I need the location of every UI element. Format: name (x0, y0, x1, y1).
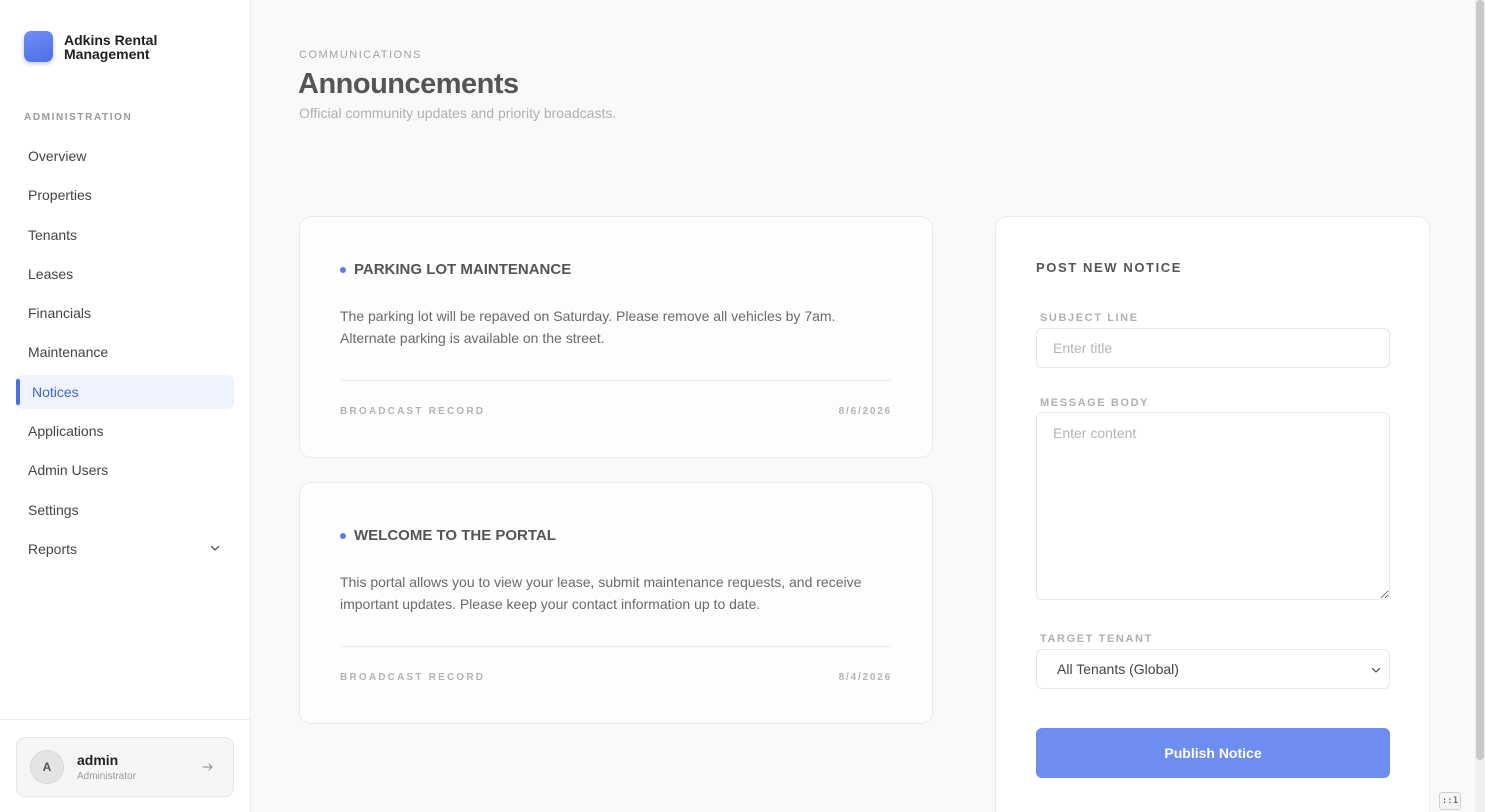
bullet-dot-icon (340, 532, 346, 539)
sidebar-item-label: Leases (28, 265, 74, 282)
announcement-card: PARKING LOT MAINTENANCE The parking lot … (299, 216, 933, 458)
post-notice-form: POST NEW NOTICE SUBJECT LINE MESSAGE BOD… (995, 216, 1430, 812)
sidebar-nav: Overview Properties Tenants Leases Finan… (16, 139, 234, 571)
card-divider (340, 380, 892, 381)
chevron-down-icon (210, 545, 220, 551)
sidebar-item-leases[interactable]: Leases (16, 257, 234, 291)
announcement-card: WELCOME TO THE PORTAL This portal allows… (299, 482, 933, 724)
announcement-date: 8/6/2026 (838, 406, 892, 417)
bullet-dot-icon (340, 266, 346, 273)
sidebar-item-label: Admin Users (28, 462, 109, 479)
sidebar-item-label: Financials (28, 305, 92, 322)
sidebar-item-settings[interactable]: Settings (16, 493, 234, 527)
sidebar-item-label: Overview (28, 148, 87, 164)
announcement-title: PARKING LOT MAINTENANCE (354, 261, 572, 278)
page-subtitle: Official community updates and priority … (299, 105, 617, 121)
announcement-title-row: PARKING LOT MAINTENANCE (340, 261, 571, 278)
target-tenant-select[interactable]: All Tenants (Global) (1036, 649, 1390, 689)
message-body-textarea[interactable] (1036, 412, 1390, 600)
page-title: Announcements (298, 68, 519, 100)
sidebar-item-reports[interactable]: Reports (16, 532, 234, 566)
sidebar-item-financials[interactable]: Financials (16, 296, 234, 330)
announcement-date: 8/4/2026 (838, 672, 892, 683)
brand-name: Adkins Rental Management (64, 31, 158, 62)
sidebar-item-label: Applications (28, 423, 104, 440)
sidebar-item-label: Settings (28, 501, 79, 518)
announcement-footer-label: BROADCAST RECORD (340, 406, 486, 417)
sidebar-item-tenants[interactable]: Tenants (16, 218, 234, 252)
logout-arrow-icon[interactable] (201, 760, 215, 774)
announcement-title-row: WELCOME TO THE PORTAL (340, 527, 556, 544)
sidebar-item-notices[interactable]: Notices (16, 374, 234, 409)
app-root: Adkins Rental Management ADMINISTRATION … (0, 0, 1485, 812)
chevron-down-icon (1371, 667, 1381, 673)
sidebar-item-applications[interactable]: Applications (16, 414, 234, 448)
user-name: admin (77, 752, 119, 768)
sidebar-footer: A admin Administrator (0, 719, 250, 812)
main-content: COMMUNICATIONS Announcements Official co… (251, 0, 1485, 812)
announcement-title: WELCOME TO THE PORTAL (354, 527, 556, 544)
sidebar-item-properties[interactable]: Properties (16, 178, 234, 212)
page-eyebrow: COMMUNICATIONS (299, 49, 422, 61)
sidebar-item-label: Notices (32, 383, 79, 400)
subject-input[interactable] (1036, 328, 1390, 368)
scrollbar-thumb[interactable] (1476, 0, 1484, 760)
sidebar-item-admin-users[interactable]: Admin Users (16, 453, 234, 487)
user-info: admin Administrator (77, 752, 136, 782)
brand[interactable]: Adkins Rental Management (24, 31, 174, 62)
announcement-body: This portal allows you to view your leas… (340, 574, 862, 612)
user-role: Administrator (77, 771, 136, 782)
target-tenant-value: All Tenants (Global) (1057, 661, 1179, 677)
sidebar-item-label: Properties (28, 187, 92, 204)
sidebar-item-label: Reports (28, 540, 78, 557)
sidebar-item-label: Tenants (28, 226, 78, 243)
target-tenant-label: TARGET TENANT (1040, 633, 1153, 645)
nav-section-label: ADMINISTRATION (24, 112, 133, 123)
publish-notice-button[interactable]: Publish Notice (1036, 728, 1390, 778)
sidebar-item-maintenance[interactable]: Maintenance (16, 335, 234, 369)
subject-label: SUBJECT LINE (1040, 312, 1139, 324)
announcement-footer-label: BROADCAST RECORD (340, 672, 486, 683)
scrollbar[interactable] (1475, 0, 1485, 812)
user-card[interactable]: A admin Administrator (16, 737, 234, 797)
brand-logo-icon (24, 31, 53, 62)
avatar: A (30, 750, 64, 784)
form-title: POST NEW NOTICE (1036, 260, 1183, 275)
sidebar: Adkins Rental Management ADMINISTRATION … (0, 0, 251, 812)
announcement-body: The parking lot will be repaved on Satur… (340, 308, 836, 346)
sidebar-item-label: Maintenance (28, 344, 109, 361)
message-body-label: MESSAGE BODY (1040, 397, 1150, 409)
sidebar-item-overview[interactable]: Overview (16, 139, 234, 173)
corner-badge: ::1 (1439, 792, 1461, 810)
card-divider (340, 646, 892, 647)
